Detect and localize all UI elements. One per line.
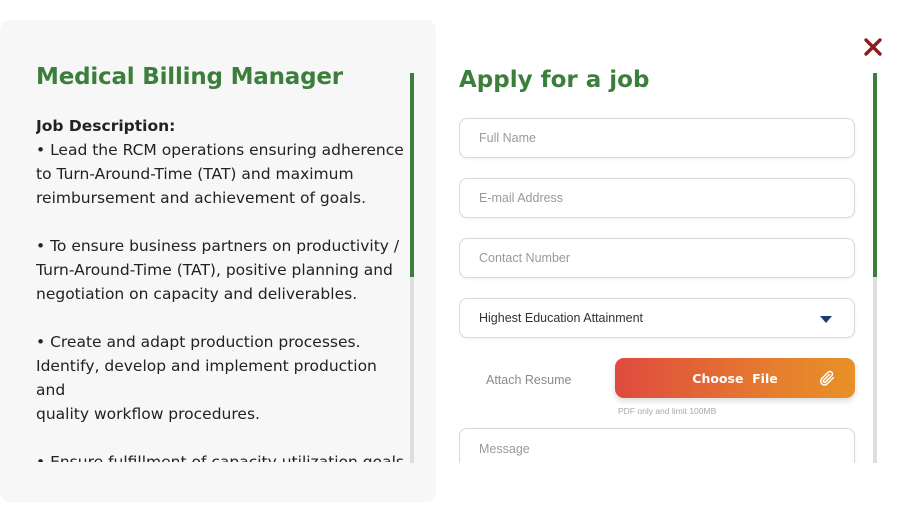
education-select-placeholder: Highest Education Attainment: [479, 311, 643, 325]
choose-file-button[interactable]: Choose File: [615, 358, 855, 398]
job-description-heading: Job Description:: [36, 117, 176, 135]
job-description[interactable]: Job Description: • Lead the RCM operatio…: [36, 114, 404, 462]
email-field: [459, 178, 855, 218]
close-button[interactable]: [860, 34, 886, 60]
description-scrollbar[interactable]: [410, 73, 414, 463]
contact-number-input[interactable]: [460, 239, 854, 277]
email-input[interactable]: [460, 179, 854, 217]
description-paragraph: • Create and adapt production processes.…: [36, 333, 377, 423]
job-title: Medical Billing Manager: [36, 64, 343, 90]
chevron-down-icon: [820, 316, 832, 323]
contact-number-field: [459, 238, 855, 278]
file-limit-hint: PDF only and limit 100MB: [618, 406, 717, 416]
description-paragraph: • Ensure fulfillment of capacity utiliza…: [36, 453, 404, 462]
description-paragraph: • Lead the RCM operations ensuring adher…: [36, 141, 404, 207]
form-scrollbar[interactable]: [873, 73, 877, 463]
education-select[interactable]: Highest Education Attainment: [459, 298, 855, 338]
close-icon: [864, 38, 882, 56]
form-title: Apply for a job: [459, 67, 650, 93]
full-name-field: [459, 118, 855, 158]
full-name-input[interactable]: [460, 119, 854, 157]
message-input[interactable]: [460, 429, 854, 463]
description-scrollbar-thumb[interactable]: [410, 73, 414, 277]
description-paragraph: • To ensure business partners on product…: [36, 237, 400, 303]
attach-resume-label: Attach Resume: [486, 373, 572, 387]
message-field: [459, 428, 855, 463]
choose-file-label: Choose File: [692, 370, 778, 386]
paperclip-icon: [819, 370, 835, 386]
application-form: Highest Education Attainment Attach Resu…: [459, 110, 859, 463]
form-scrollbar-thumb[interactable]: [873, 73, 877, 277]
